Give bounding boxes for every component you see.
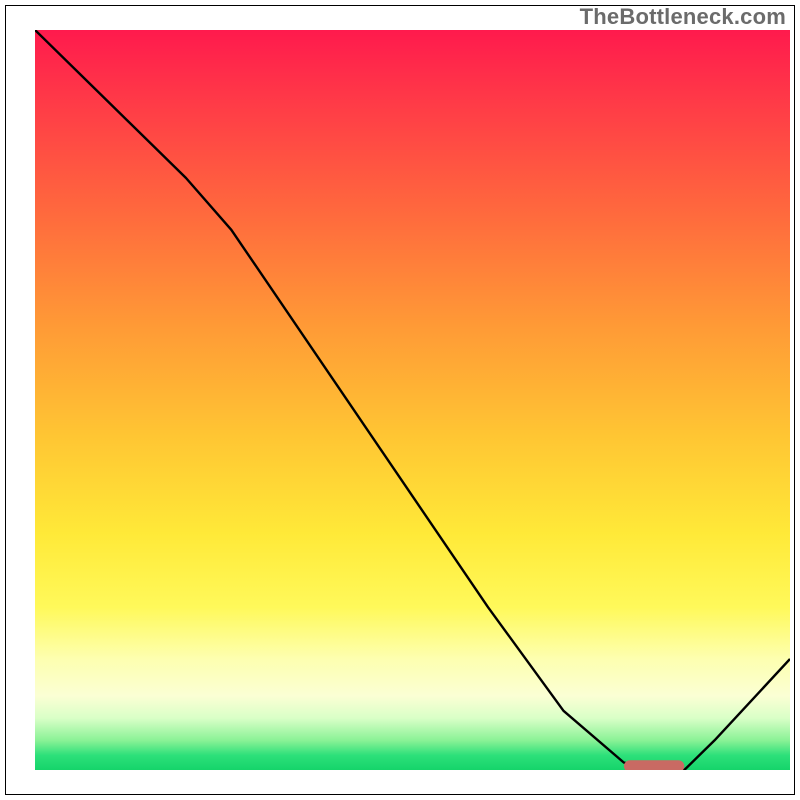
watermark-text: TheBottleneck.com bbox=[580, 4, 786, 30]
optimal-range-marker bbox=[624, 760, 684, 770]
curve-overlay bbox=[35, 30, 790, 770]
plot-area bbox=[35, 30, 790, 770]
bottleneck-curve bbox=[35, 30, 790, 770]
